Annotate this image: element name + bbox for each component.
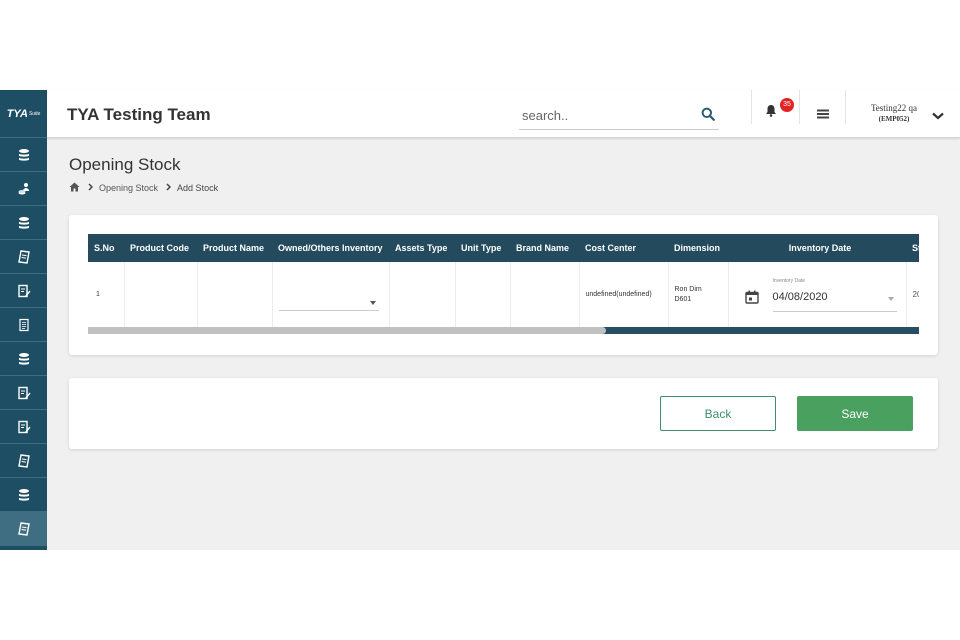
user-profile[interactable]: Testing22 qa (EMP052) (859, 103, 929, 124)
inventory-date-value: 04/08/2020 (772, 291, 828, 303)
owned-inventory-select[interactable] (278, 293, 379, 311)
breadcrumb-link-opening-stock[interactable]: Opening Stock (99, 183, 158, 193)
cell-owned-inventory (272, 262, 390, 327)
document-icon (18, 318, 29, 331)
horizontal-scrollbar[interactable] (88, 327, 919, 334)
calendar-icon[interactable] (744, 290, 759, 306)
header-divider (799, 90, 800, 124)
page-title: Opening Stock (69, 155, 181, 174)
cell-cost-center: undefined(undefined) (579, 262, 669, 327)
top-header: TYA Testing Team 35 Testing22 qa (EMP052… (47, 90, 960, 138)
save-button[interactable]: Save (797, 396, 913, 431)
app-title: TYA Testing Team (67, 105, 211, 124)
sidebar-item-11[interactable] (0, 478, 47, 512)
column-header: Dimension (668, 234, 728, 262)
cell-sno: 1 (88, 262, 125, 327)
stock-table-card: S.No Product Code Product Name Owned/Oth… (69, 215, 938, 355)
stock-table: S.No Product Code Product Name Owned/Oth… (88, 234, 919, 327)
table-scroll-area: S.No Product Code Product Name Owned/Oth… (88, 234, 919, 336)
stack-icon (18, 148, 29, 161)
table-header-row: S.No Product Code Product Name Owned/Oth… (88, 234, 919, 262)
cell-assets-type[interactable] (389, 262, 456, 327)
sidebar-item-12[interactable] (0, 512, 47, 546)
breadcrumb: Opening Stock Add Stock (69, 182, 218, 194)
table-row: 1 undefined(undefined) Ron Dim D601 Inve… (88, 262, 919, 327)
cell-unit-type[interactable] (455, 262, 511, 327)
inventory-date-label: Inventory Date (772, 278, 806, 284)
cell-partial[interactable]: 20 (906, 262, 919, 327)
sidebar-item-1[interactable] (0, 138, 47, 172)
cell-inventory-date: Inventory Date 04/08/2020 (728, 262, 907, 327)
inventory-date-field[interactable]: Inventory Date 04/08/2020 (772, 278, 897, 312)
user-name: Testing22 qa (870, 103, 918, 113)
search-icon[interactable] (701, 107, 715, 126)
app-logo[interactable]: TYA Suite (0, 90, 47, 138)
column-header: Brand Name (510, 234, 579, 262)
note-icon (17, 521, 30, 536)
dimension-code: D601 (674, 295, 692, 303)
column-header: St (906, 234, 919, 262)
note-icon (17, 249, 30, 264)
notification-badge: 35 (780, 98, 794, 112)
column-header: S.No (88, 234, 124, 262)
sidebar-item-10[interactable] (0, 444, 47, 478)
scrollbar-thumb[interactable] (88, 327, 606, 334)
sidebar-item-7[interactable] (0, 342, 47, 376)
actions-card: Back Save (69, 378, 938, 449)
back-button[interactable]: Back (660, 396, 776, 431)
chevron-down-icon[interactable] (932, 107, 944, 125)
chevron-right-icon (88, 183, 94, 193)
stack-icon (18, 488, 29, 501)
home-icon[interactable] (69, 182, 80, 194)
user-code: (EMP052) (878, 115, 910, 123)
search-box (519, 102, 719, 130)
logo-text: TYA (6, 107, 28, 120)
app-frame: TYA Suite TYA Testing Team search.. 35 T… (0, 90, 960, 550)
stack-icon (18, 352, 29, 365)
column-header: Product Code (124, 234, 197, 262)
column-header: Cost Center (579, 234, 668, 262)
cell-product-code[interactable] (124, 262, 198, 327)
note-icon (17, 453, 30, 468)
sidebar-item-6[interactable] (0, 308, 47, 342)
caret-down-icon[interactable] (887, 297, 894, 301)
column-header: Assets Type (389, 234, 455, 262)
breadcrumb-current: Add Stock (177, 183, 219, 193)
sidebar-item-2[interactable] (0, 172, 47, 206)
logo-subtext: Suite (28, 110, 41, 117)
cell-product-name[interactable] (197, 262, 273, 327)
column-header: Owned/Others Inventory (272, 234, 389, 262)
search-input[interactable] (519, 102, 689, 128)
column-header: Unit Type (455, 234, 510, 262)
list-menu-icon[interactable] (817, 106, 829, 124)
sidebar-item-3[interactable] (0, 206, 47, 240)
bell-icon[interactable] (765, 104, 777, 122)
chevron-right-icon (166, 183, 172, 193)
header-divider (845, 90, 846, 124)
user-coins-icon (18, 182, 29, 194)
header-divider (751, 90, 752, 124)
sidebar-item-5[interactable] (0, 274, 47, 308)
stack-icon (18, 216, 29, 229)
cell-brand-name[interactable] (510, 262, 580, 327)
sidebar-item-8[interactable] (0, 376, 47, 410)
column-header: Inventory Date (728, 234, 906, 262)
column-header: Product Name (197, 234, 272, 262)
sidebar-item-9[interactable] (0, 410, 47, 444)
edit-icon (17, 284, 30, 297)
sidebar-item-4[interactable] (0, 240, 47, 274)
edit-icon (17, 386, 30, 399)
sidebar: TYA Suite (0, 90, 47, 550)
dimension-name: Ron Dim (674, 285, 702, 293)
edit-icon (17, 420, 30, 433)
cell-dimension: Ron Dim D601 (668, 262, 729, 327)
